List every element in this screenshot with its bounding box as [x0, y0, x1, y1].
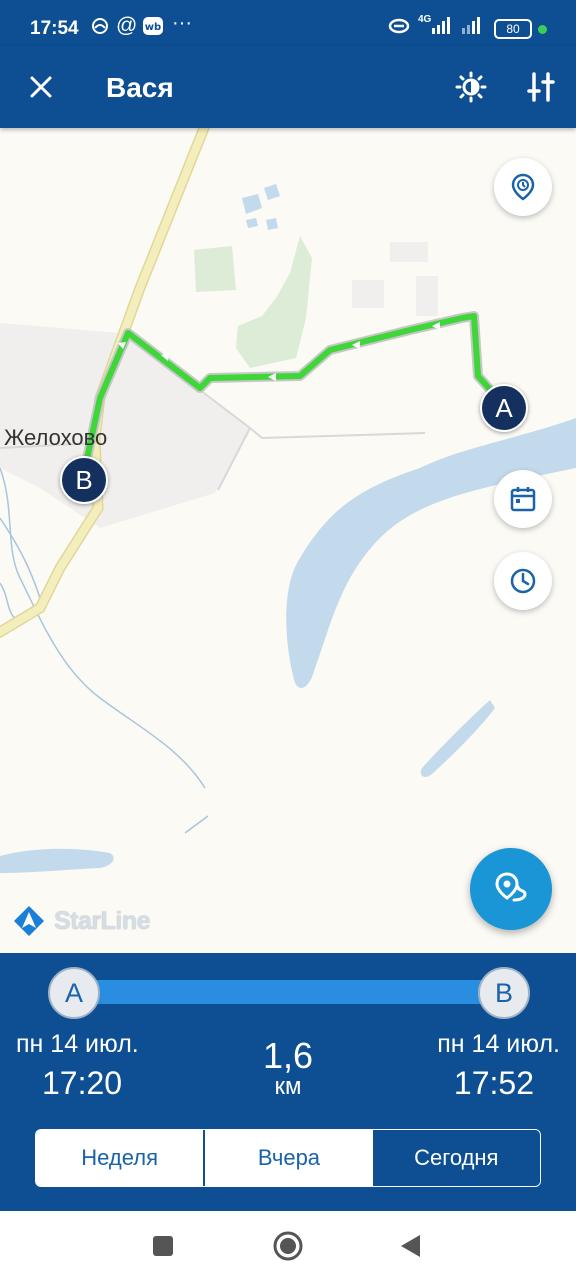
calendar-icon: [510, 487, 536, 512]
close-icon: [30, 76, 52, 98]
town-label: Желохово: [4, 425, 108, 450]
history-pin-icon: [511, 173, 535, 201]
map-view[interactable]: Желохово A B StarLine: [0, 128, 576, 953]
status-time: 17:54: [30, 18, 79, 39]
link-icon: [388, 16, 410, 41]
starline-logo: StarLine: [12, 904, 151, 938]
built-area: [352, 280, 384, 308]
route-start-marker[interactable]: A: [480, 384, 528, 432]
back-triangle-icon: [401, 1235, 420, 1257]
route-end-marker[interactable]: B: [60, 456, 108, 504]
app-header: Вася: [0, 46, 576, 128]
range-end-handle[interactable]: B: [478, 967, 530, 1019]
forest-area: [236, 236, 312, 368]
forest-area: [194, 246, 236, 292]
starline-logo-icon: [14, 906, 44, 936]
home-circle-icon: [273, 1231, 303, 1261]
pond: [264, 184, 280, 200]
end-date: пн 14 июл.: [437, 1030, 560, 1058]
built-area: [416, 276, 438, 316]
signal-icon-2: [460, 16, 486, 41]
home-button[interactable]: [272, 1230, 304, 1267]
pond: [266, 218, 278, 230]
battery-icon: 80: [494, 19, 532, 39]
tab-week[interactable]: Неделя: [36, 1130, 204, 1186]
location-history-button[interactable]: [494, 158, 552, 216]
built-area: [390, 242, 428, 262]
end-time: 17:52: [453, 1065, 534, 1101]
tab-yesterday[interactable]: Вчера: [205, 1130, 373, 1186]
back-button[interactable]: [398, 1233, 424, 1264]
map-canvas: [0, 128, 576, 873]
route-pin-icon: [495, 872, 527, 902]
page-title: Вася: [106, 72, 174, 103]
recents-button[interactable]: [152, 1235, 174, 1262]
brightness-icon: [455, 71, 487, 103]
at-icon: @: [116, 14, 138, 37]
time-button[interactable]: [494, 552, 552, 610]
period-tabs: Неделя Вчера Сегодня: [35, 1129, 541, 1187]
signal-icon: [418, 16, 452, 41]
calendar-button[interactable]: [494, 470, 552, 528]
pond: [246, 218, 258, 228]
time-range-track[interactable]: [74, 980, 504, 1004]
trip-panel: A B пн 14 июл. 17:20 1,6 км пн 14 июл. 1…: [0, 953, 576, 1211]
battery-level: 80: [506, 22, 520, 36]
lake: [420, 700, 495, 777]
settings-button[interactable]: [518, 64, 564, 110]
close-button[interactable]: [18, 64, 64, 110]
theme-toggle-button[interactable]: [448, 64, 494, 110]
lake: [0, 848, 114, 873]
tab-today[interactable]: Сегодня: [372, 1130, 540, 1186]
sliders-icon: [527, 72, 555, 102]
wb-app-icon: wb: [142, 16, 164, 41]
status-bar: 17:54 @ wb ··· 4G 80: [0, 0, 576, 46]
brand-name: StarLine: [54, 906, 151, 935]
system-nav-bar: [0, 1211, 576, 1280]
recents-square-icon: [153, 1236, 173, 1256]
svg-text:wb: wb: [145, 22, 161, 33]
more-dots-icon: ···: [172, 12, 192, 34]
weather-icon: [90, 16, 110, 41]
pond: [242, 194, 262, 214]
notification-dot: [538, 25, 547, 34]
route-fab-button[interactable]: [470, 848, 552, 930]
clock-icon: [510, 568, 536, 594]
range-start-handle[interactable]: A: [48, 967, 100, 1019]
